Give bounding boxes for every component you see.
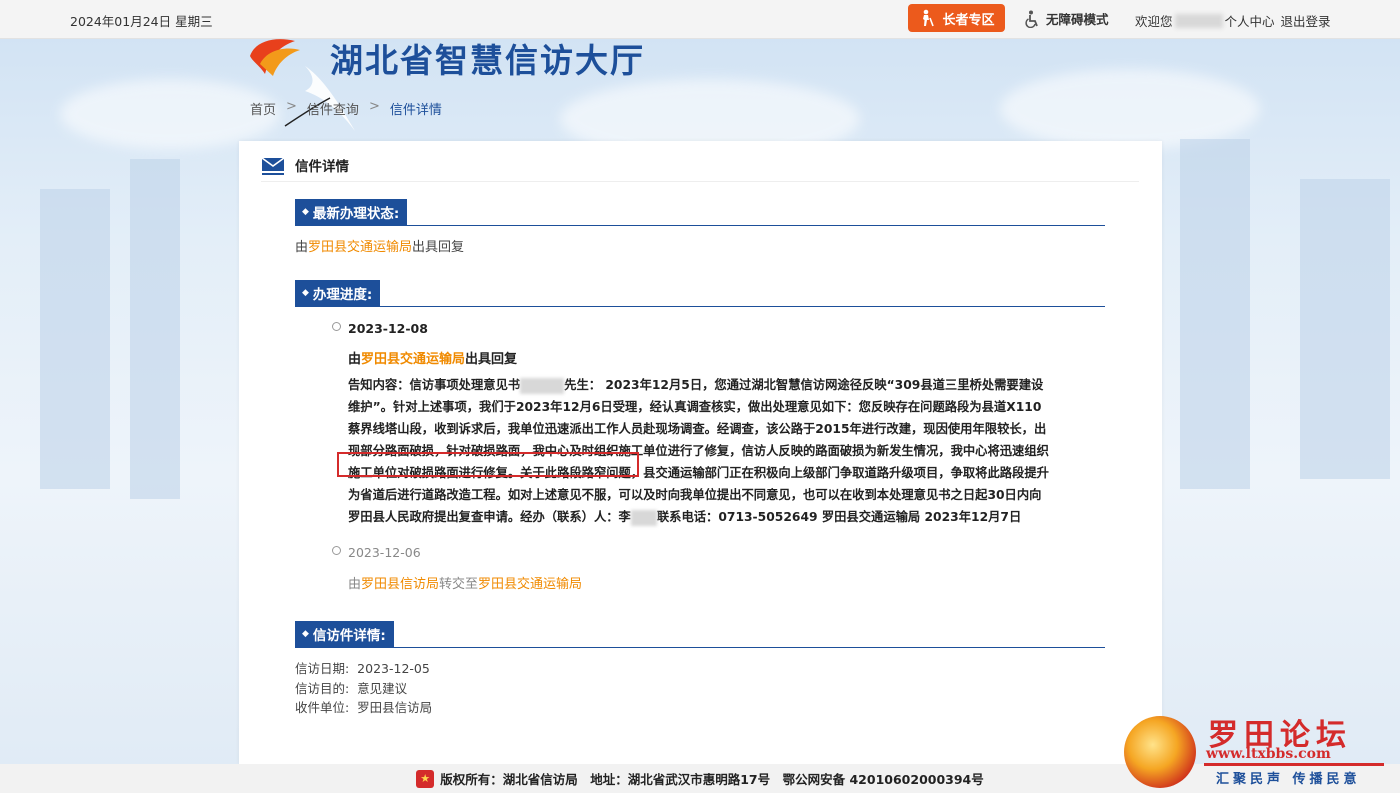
breadcrumb-home[interactable]: 首页 [250, 99, 276, 118]
status-org-link[interactable]: 罗田县交通运输局 [308, 240, 412, 255]
progress-line-1: 由罗田县交通运输局出具回复 [348, 348, 517, 367]
progress-org-link[interactable]: 罗田县交通运输局 [361, 352, 465, 367]
footer-text: 版权所有：湖北省信访局 地址：湖北省武汉市惠明路17号 鄂公网安备 420106… [440, 772, 984, 787]
welcome-text: 欢迎您 [1135, 14, 1173, 29]
redacted-contact [630, 509, 657, 526]
progress-line-2: 由罗田县信访局转交至罗田县交通运输局 [348, 573, 582, 592]
detail-label: 收件单位: [295, 700, 350, 715]
user-welcome: 欢迎您 个人中心 退出登录 [1135, 11, 1331, 30]
watermark-slogan: 汇聚民声 传播民意 [1216, 772, 1361, 787]
detail-value: 意见建议 [357, 681, 408, 696]
status-suffix: 出具回复 [412, 240, 465, 255]
progress-prefix: 由 [348, 352, 362, 367]
elder-zone-button[interactable]: 长者专区 [908, 4, 1005, 32]
forum-logo-icon [1124, 716, 1196, 788]
detail-value: 罗田县信访局 [357, 700, 433, 715]
redacted-username [1174, 13, 1223, 28]
redacted-name [520, 377, 565, 394]
envelope-icon [261, 157, 285, 175]
progress-heading-text: 办理进度: [312, 287, 373, 303]
progress-heading: ◆ 办理进度: [295, 280, 381, 306]
latest-status-text: 由罗田县交通运输局出具回复 [295, 236, 464, 255]
diamond-icon: ◆ [302, 629, 309, 639]
diamond-icon: ◆ [302, 288, 309, 298]
breadcrumb-separator: > [286, 99, 297, 114]
progress-date-1: 2023-12-08 [348, 321, 428, 336]
detail-date-row: 信访日期: 2023-12-05 [295, 658, 430, 677]
breadcrumb-separator: > [368, 99, 380, 114]
personal-center-link[interactable]: 个人中心 [1225, 11, 1275, 30]
watermark-bar [1204, 763, 1384, 766]
notice-content: 告知内容：信访事项处理意见书 先生： 2023年12月5日，您通过湖北智慧信访网途… [348, 374, 1053, 528]
timeline-dot [332, 546, 341, 555]
detail-label: 信访日期: [295, 661, 350, 676]
breadcrumb: 首页 > 信件查询 > 信件详情 [250, 99, 442, 118]
breadcrumb-letter-query[interactable]: 信件查询 [307, 99, 359, 118]
progress-date-2: 2023-12-06 [348, 545, 421, 560]
details-heading-text: 信访件详情: [312, 628, 386, 644]
top-bar: 2024年01月24日 星期三 长者专区 无障碍模式 欢迎您 个人中心 退出登录 [0, 0, 1400, 39]
progress-org-from-link[interactable]: 罗田县信访局 [361, 577, 439, 592]
detail-label: 信访目的: [295, 681, 350, 696]
status-prefix: 由 [295, 240, 309, 255]
timeline-dot [332, 322, 341, 331]
current-date: 2024年01月24日 星期三 [70, 14, 213, 29]
divider [295, 647, 1105, 648]
card-header: 信件详情 [261, 155, 349, 175]
wheelchair-icon [1025, 10, 1038, 28]
highlight-box [337, 452, 639, 477]
detail-value: 2023-12-05 [357, 661, 430, 676]
letter-detail-card: 信件详情 ◆ 最新办理状态: 由罗田县交通运输局出具回复 ◆ 办理进度: 2023-… [239, 141, 1162, 764]
progress-prefix: 由 [348, 577, 362, 592]
forum-watermark: 罗田论坛 www.ltxbbs.com 汇聚民声 传播民意 [1120, 708, 1390, 790]
latest-status-heading-text: 最新办理状态: [312, 206, 400, 222]
watermark-url: www.ltxbbs.com [1206, 746, 1331, 762]
details-heading: ◆ 信访件详情: [295, 621, 394, 647]
divider [261, 181, 1139, 182]
site-title: 湖北省智慧信访大厅 [330, 41, 645, 80]
notice-part: 联系电话：0713-5052649 罗田县交通运输局 2023年12月7日 [656, 510, 1022, 524]
diamond-icon: ◆ [302, 207, 309, 217]
divider [295, 306, 1105, 307]
detail-unit-row: 收件单位: 罗田县信访局 [295, 697, 432, 716]
police-emblem-icon: ★ [416, 769, 435, 788]
progress-suffix: 出具回复 [465, 352, 518, 367]
elder-icon [923, 9, 935, 27]
progress-middle: 转交至 [439, 577, 479, 592]
latest-status-heading: ◆ 最新办理状态: [295, 199, 408, 225]
logout-link[interactable]: 退出登录 [1281, 11, 1331, 30]
card-title: 信件详情 [295, 159, 349, 175]
accessibility-mode-button[interactable]: 无障碍模式 [1025, 9, 1109, 28]
progress-org-to-link[interactable]: 罗田县交通运输局 [478, 577, 582, 592]
detail-purpose-row: 信访目的: 意见建议 [295, 678, 407, 697]
elder-zone-label: 长者专区 [942, 12, 995, 28]
breadcrumb-current: 信件详情 [389, 103, 442, 118]
divider [295, 225, 1105, 226]
accessibility-mode-label: 无障碍模式 [1046, 12, 1109, 27]
notice-part: 告知内容：信访事项处理意见书 [348, 378, 521, 392]
